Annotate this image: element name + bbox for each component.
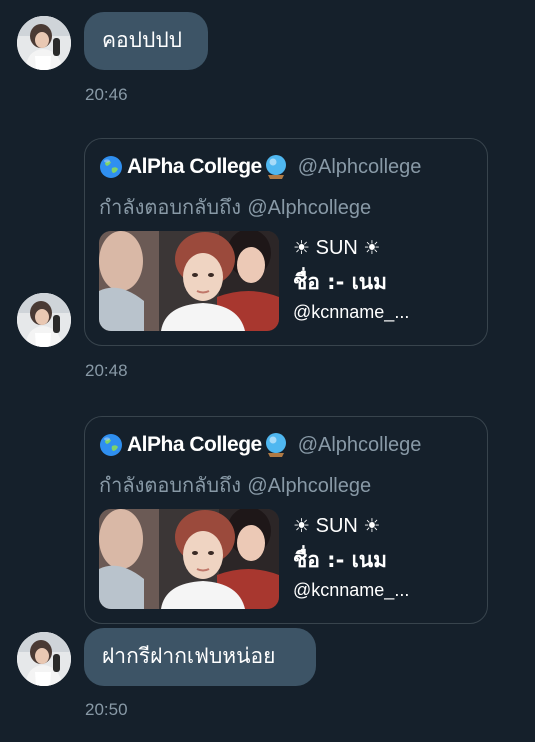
message-bubble[interactable]: คอปปปป [84,12,208,70]
preview-link[interactable]: @kcnname_... [293,580,409,601]
preview-name: ชื่อ :- เนม [293,270,387,294]
preview-name: ชื่อ :- เนม [293,548,387,572]
reply-prefix: กำลังตอบกลับถึง [99,195,241,219]
preview-title: ☀ SUN ☀ [293,237,380,260]
message-timestamp: 20:48 [85,361,128,380]
sun-icon: ☀ [293,238,311,259]
reply-handle[interactable]: @Alphcollege [247,475,371,497]
avatar[interactable] [17,632,71,686]
account-name: AlPha College [127,433,262,456]
replying-to: กำลังตอบกลับถึง @Alphcollege [99,469,371,501]
message-timestamp: 20:50 [85,700,128,719]
sun-icon: ☀ [363,516,381,537]
tweet-media-thumbnail[interactable] [99,509,279,609]
message-timestamp: 20:46 [85,85,128,104]
reply-prefix: กำลังตอบกลับถึง [99,473,241,497]
shared-tweet-card[interactable]: AlPha College @Alphcollege กำลังตอบกลับถ… [84,416,488,624]
replying-to: กำลังตอบกลับถึง @Alphcollege [99,191,371,223]
crystal-ball-icon [264,432,288,458]
preview-link[interactable]: @kcnname_... [293,302,409,323]
tweet-author: AlPha College @Alphcollege [99,431,421,459]
preview-title-text: SUN [315,237,358,259]
shared-tweet-card[interactable]: AlPha College @Alphcollege กำลังตอบกลับถ… [84,138,488,346]
preview-title-text: SUN [315,515,358,537]
globe-icon [99,155,123,179]
preview-title: ☀ SUN ☀ [293,515,380,538]
sun-icon: ☀ [293,516,311,537]
tweet-media-thumbnail[interactable] [99,231,279,331]
sun-icon: ☀ [363,238,381,259]
message-text: คอปปปป [102,28,182,52]
reply-handle[interactable]: @Alphcollege [247,197,371,219]
avatar[interactable] [17,16,71,70]
message-bubble[interactable]: ฝากรีฝากเฟบหน่อย [84,628,316,686]
avatar[interactable] [17,293,71,347]
message-text: ฝากรีฝากเฟบหน่อย [102,644,276,668]
crystal-ball-icon [264,154,288,180]
account-name: AlPha College [127,155,262,178]
account-handle: @Alphcollege [297,433,422,456]
tweet-author: AlPha College @Alphcollege [99,153,421,181]
account-handle: @Alphcollege [297,155,422,178]
globe-icon [99,433,123,457]
